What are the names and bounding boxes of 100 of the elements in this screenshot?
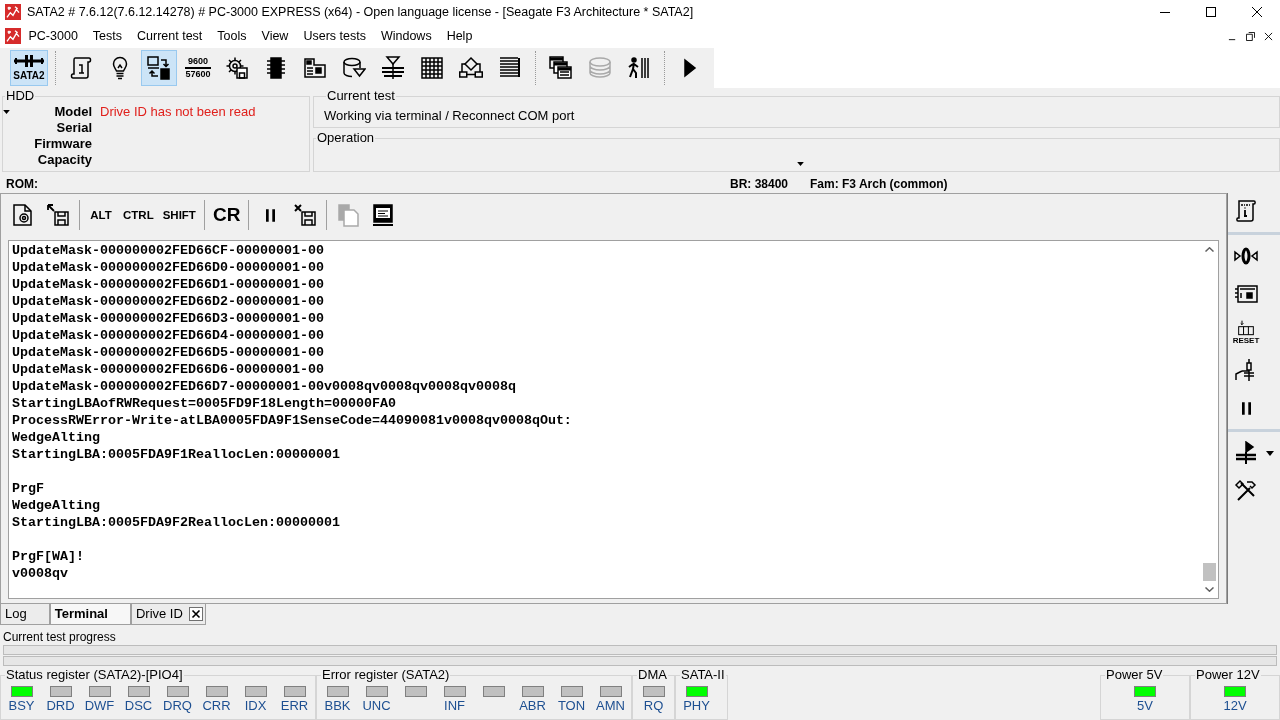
group-title: Status register (SATA2)-[PIO4] [5, 667, 184, 683]
current-test-value: Working via terminal / Reconnect COM port [324, 108, 575, 123]
circuit-board-icon [303, 56, 327, 80]
app-logo-icon [5, 4, 21, 20]
scroll-thumb[interactable] [1203, 563, 1216, 581]
register-label: 5V [1137, 698, 1153, 713]
register-label: ERR [280, 698, 309, 713]
key-button[interactable]: SHIFT [160, 199, 198, 231]
register-label: RQ [643, 698, 664, 713]
group-title: Power 5V [1105, 667, 1164, 683]
baud-rate-label: BR: 38400 [730, 177, 789, 191]
menu-item[interactable]: PC-3000 [21, 27, 86, 45]
key-button[interactable]: CR [210, 199, 243, 231]
group-title: Current test [326, 88, 396, 104]
terminal-line: v0008qv [12, 565, 68, 582]
group-title: Error register (SATA2) [321, 667, 451, 683]
terminal-line: WedgeAlting [12, 497, 100, 514]
register-label: DRQ [163, 698, 192, 713]
disk-stack-icon [588, 56, 612, 80]
scroll-icon [1234, 199, 1258, 223]
key-button[interactable]: CTRL [121, 199, 156, 231]
terminal-line: UpdateMask-000000002FED66D1-00000001-00 [12, 276, 324, 293]
chevron-down-icon[interactable] [1205, 587, 1214, 592]
field-label: Capacity [37, 152, 92, 168]
close-icon[interactable] [1252, 7, 1262, 17]
caret-icon[interactable] [797, 162, 804, 166]
group-title: SATA-II [680, 667, 726, 683]
caret-icon[interactable] [3, 110, 10, 114]
key-button[interactable]: ALT [86, 199, 116, 231]
tab[interactable]: Log [0, 604, 50, 625]
maximize-icon[interactable] [1206, 7, 1216, 17]
terminal-line: UpdateMask-000000002FED66CF-00000001-00 [12, 242, 324, 259]
group-title: DMA [637, 667, 668, 683]
menu-item[interactable]: Users tests [295, 27, 374, 45]
terminal-line: ProcessRWError-Write-atLBA0005FDA9F1SenseCode=44090081v0008qv0008qOut: [12, 412, 572, 429]
close-icon[interactable] [188, 607, 203, 621]
menu-item[interactable]: Help [439, 27, 480, 45]
menu-item[interactable]: View [254, 27, 296, 45]
terminal-line: UpdateMask-000000002FED66D3-00000001-00 [12, 310, 324, 327]
toolbar-button[interactable] [141, 50, 177, 86]
register-label: IDX [244, 698, 267, 713]
field-value: Drive ID has not been read [100, 104, 256, 119]
tools-icon [1234, 479, 1258, 503]
toolbar-button[interactable]: RESET [1228, 314, 1264, 350]
register-label: INF [444, 698, 465, 713]
caret-icon[interactable] [1266, 450, 1274, 456]
counter-icon [1235, 319, 1257, 336]
terminal-line: PrgF [12, 480, 44, 497]
circuit-board-icon [1234, 282, 1258, 306]
chip-icon [264, 56, 288, 80]
register-label: BSY [8, 698, 35, 713]
register-label: UNC [362, 698, 391, 713]
restore-icon[interactable] [1246, 31, 1255, 41]
tab[interactable]: Terminal [49, 604, 131, 625]
register-label: DRD [46, 698, 75, 713]
close-icon[interactable] [1264, 31, 1273, 41]
connector-icon [14, 55, 44, 67]
pause-icon [1241, 401, 1251, 415]
pause-icon [265, 208, 275, 222]
list-lines-icon [498, 56, 522, 80]
register-label: ABR [519, 698, 546, 713]
progress-label: Current test progress [3, 630, 116, 644]
terminal-line: UpdateMask-000000002FED66D5-00000001-00 [12, 344, 324, 361]
group-title: Operation [316, 130, 376, 146]
transfer-arrows-icon [147, 56, 171, 80]
register-label: DSC [124, 698, 153, 713]
menu-item[interactable]: Current test [129, 27, 210, 45]
field-label: Serial [56, 120, 92, 136]
group-title: HDD [5, 88, 36, 104]
terminal-line: PrgF[WA]! [12, 548, 84, 565]
terminal-line: StartingLBA:0005FDA9F2ReallocLen:00000001 [12, 514, 340, 531]
field-label: Model [54, 104, 92, 120]
menu-item[interactable]: Windows [373, 27, 440, 45]
menu-item[interactable]: Tests [85, 27, 130, 45]
group-title: Power 12V [1195, 667, 1261, 683]
copy-icon [336, 203, 361, 227]
register-label: 12V [1223, 698, 1247, 713]
floppy-cross-icon [293, 203, 318, 227]
register-label: AMN [596, 698, 625, 713]
tab[interactable]: Drive ID [130, 604, 206, 625]
terminal-line: StartingLBA:0005FDA9F1ReallocLen:00000001 [12, 446, 340, 463]
register-label: PHY [683, 698, 710, 713]
terminal-line: UpdateMask-000000002FED66D6-00000001-00 [12, 361, 324, 378]
field-label: Firmware [34, 136, 92, 152]
terminal-icon [371, 203, 396, 227]
scroll-icon [69, 56, 93, 80]
triangle-lines-icon [381, 56, 405, 80]
grid-icon [420, 56, 444, 80]
chevron-up-icon[interactable] [1205, 247, 1214, 252]
menu-item[interactable]: Tools [209, 27, 255, 45]
cylinder-arrow-icon [342, 56, 366, 80]
toolbar-button[interactable]: SATA2 [10, 50, 48, 86]
app-logo-icon [5, 28, 21, 44]
register-label: CRR [202, 698, 231, 713]
flowchart-icon [459, 56, 483, 80]
gear-floppy-icon [225, 56, 249, 80]
family-label: Fam: F3 Arch (common) [810, 177, 948, 191]
toolbar-button[interactable]: 9600 57600 [180, 50, 216, 86]
flag-lines-icon [1234, 441, 1258, 465]
terminal-line: WedgeAlting [12, 429, 100, 446]
